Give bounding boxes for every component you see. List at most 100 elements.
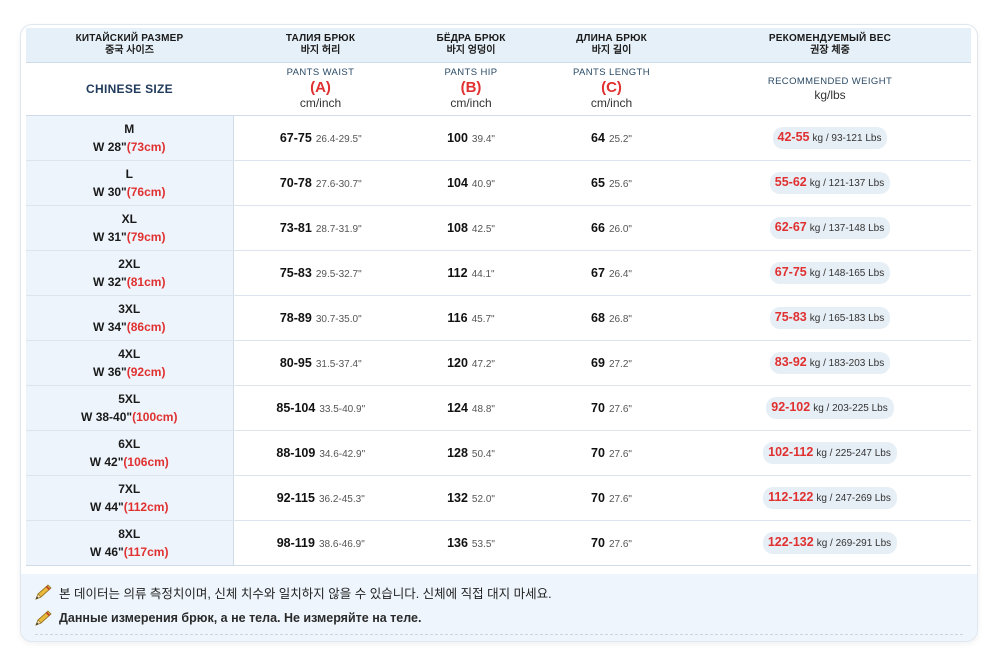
waist-size-label: W 28"(73cm) (26, 138, 233, 156)
weight-lbs-value: kg / 183-203 Lbs (809, 358, 885, 369)
waist-value: 98-119 (276, 536, 315, 550)
header-length-ru: ДЛИНА БРЮК (576, 33, 647, 44)
hip-inch-value: 45.7" (471, 314, 495, 325)
weight-cell: 92-102 kg / 203-225 Lbs (689, 385, 971, 431)
weight-kg-value: 42-55 (777, 130, 810, 144)
waist-cell: 75-83 29.5-32.7" (233, 250, 408, 296)
waist-size-label: W 34"(86cm) (26, 318, 233, 336)
hip-cell: 104 40.9" (408, 160, 534, 206)
waist-value: 80-95 (279, 356, 312, 370)
waist-size-label: W 42"(106cm) (26, 453, 233, 471)
waist-value: 92-115 (276, 491, 315, 505)
waist-cell: 98-119 38.6-46.9" (233, 520, 408, 566)
waist-inch-label: W 30" (93, 185, 127, 199)
length-inch-value: 26.8" (608, 314, 632, 325)
weight-kg-value: 102-112 (768, 445, 814, 459)
size-label: XL (121, 212, 137, 226)
size-label: M (124, 122, 135, 136)
waist-cell: 80-95 31.5-37.4" (233, 340, 408, 386)
length-cell: 70 27.6" (534, 475, 689, 521)
weight-pill: 75-83 kg / 165-183 Lbs (769, 307, 891, 329)
length-value: 68 (591, 311, 605, 325)
hip-cell: 112 44.1" (408, 250, 534, 296)
waist-inch-value: 34.6-42.9" (319, 449, 366, 460)
length-inch-value: 27.6" (608, 494, 632, 505)
header-length: ДЛИНА БРЮК 바지 길이 (534, 28, 689, 63)
size-cell: 5XL W 38-40"(100cm) (26, 385, 234, 431)
weight-cell: 112-122 kg / 247-269 Lbs (689, 475, 971, 521)
measurement-notes: 본 데이터는 의류 측정치이며, 신체 치수와 일치하지 않을 수 있습니다. … (21, 574, 977, 641)
header-row-translations: КИТАЙСКИЙ РАЗМЕР 중국 사이즈 ТАЛИЯ БРЮК 바지 허리… (26, 28, 971, 63)
weight-lbs-value: kg / 225-247 Lbs (816, 448, 891, 459)
length-value: 69 (591, 356, 605, 370)
header-length-en-label: PANTS LENGTH (573, 67, 650, 78)
pencil-icon (35, 584, 52, 600)
header-waist-letter: (A) (310, 79, 331, 96)
length-cell: 69 27.2" (534, 340, 689, 386)
waist-cm-label: (117cm) (123, 545, 169, 559)
weight-pill: 55-62 kg / 121-137 Lbs (769, 172, 891, 194)
header-length-en: PANTS LENGTH (C) cm/inch (534, 62, 689, 116)
waist-inch-value: 36.2-45.3" (318, 494, 365, 505)
waist-inch-label: W 28" (93, 140, 127, 154)
weight-lbs-value: kg / 121-137 Lbs (809, 178, 885, 189)
length-value: 67 (591, 266, 605, 280)
note-russian: Данные измерения брюк, а не тела. Не изм… (35, 608, 421, 628)
table-row: 7XL W 44"(112cm) 92-115 36.2-45.3" 132 52.… (26, 475, 971, 521)
hip-inch-value: 42.5" (471, 224, 495, 235)
waist-value: 85-104 (276, 401, 316, 415)
length-cell: 65 25.6" (534, 160, 689, 206)
waist-inch-label: W 46" (90, 545, 124, 559)
waist-value: 73-81 (279, 221, 312, 235)
hip-value: 112 (447, 266, 468, 280)
weight-cell: 42-55 kg / 93-121 Lbs (689, 115, 971, 161)
header-waist-en: PANTS WAIST (A) cm/inch (233, 62, 408, 116)
hip-cell: 136 53.5" (408, 520, 534, 566)
hip-cell: 124 48.8" (408, 385, 534, 431)
header-weight: РЕКОМЕНДУЕМЫЙ ВЕС 권장 체중 (689, 28, 971, 63)
weight-lbs-value: kg / 247-269 Lbs (816, 493, 891, 504)
length-value: 70 (591, 446, 605, 460)
waist-value: 88-109 (276, 446, 316, 460)
weight-lbs-value: kg / 203-225 Lbs (813, 403, 888, 414)
weight-kg-value: 122-132 (767, 535, 814, 549)
hip-value: 116 (447, 311, 468, 325)
length-value: 70 (591, 401, 605, 415)
hip-inch-value: 50.4" (471, 449, 495, 460)
header-weight-ko: 권장 체중 (810, 45, 850, 56)
length-cell: 66 26.0" (534, 205, 689, 251)
waist-inch-label: W 44" (90, 500, 124, 514)
waist-cell: 78-89 30.7-35.0" (233, 295, 408, 341)
waist-inch-value: 33.5-40.9" (319, 404, 366, 415)
length-inch-value: 27.6" (608, 449, 632, 460)
header-length-unit: cm/inch (590, 96, 633, 110)
weight-lbs-value: kg / 165-183 Lbs (809, 313, 885, 324)
waist-inch-value: 27.6-30.7" (315, 179, 362, 190)
size-cell: M W 28"(73cm) (26, 115, 234, 161)
weight-cell: 83-92 kg / 183-203 Lbs (689, 340, 971, 386)
weight-pill: 92-102 kg / 203-225 Lbs (766, 397, 894, 419)
weight-pill: 122-132 kg / 269-291 Lbs (762, 532, 898, 554)
weight-kg-value: 83-92 (774, 355, 807, 369)
header-hip-en-label: PANTS HIP (444, 67, 498, 78)
hip-cell: 120 47.2" (408, 340, 534, 386)
weight-kg-value: 62-67 (774, 220, 807, 234)
hip-value: 124 (447, 401, 468, 415)
waist-inch-label: W 34" (93, 320, 127, 334)
size-cell: 2XL W 32"(81cm) (26, 250, 234, 296)
waist-inch-value: 29.5-32.7" (315, 269, 362, 280)
waist-value: 75-83 (279, 266, 312, 280)
length-cell: 64 25.2" (534, 115, 689, 161)
waist-size-label: W 36"(92cm) (26, 363, 233, 381)
size-label: 8XL (118, 527, 141, 541)
size-label: 4XL (118, 347, 141, 361)
header-length-letter: (C) (601, 79, 622, 96)
length-inch-value: 26.4" (608, 269, 632, 280)
length-inch-value: 27.6" (608, 539, 632, 550)
header-length-ko: 바지 길이 (591, 45, 632, 56)
waist-inch-label: W 32" (93, 275, 127, 289)
size-cell: 4XL W 36"(92cm) (26, 340, 234, 386)
header-hip-ru: БЁДРА БРЮК (436, 33, 506, 44)
size-label: L (125, 167, 133, 181)
waist-cm-label: (79cm) (126, 230, 166, 244)
